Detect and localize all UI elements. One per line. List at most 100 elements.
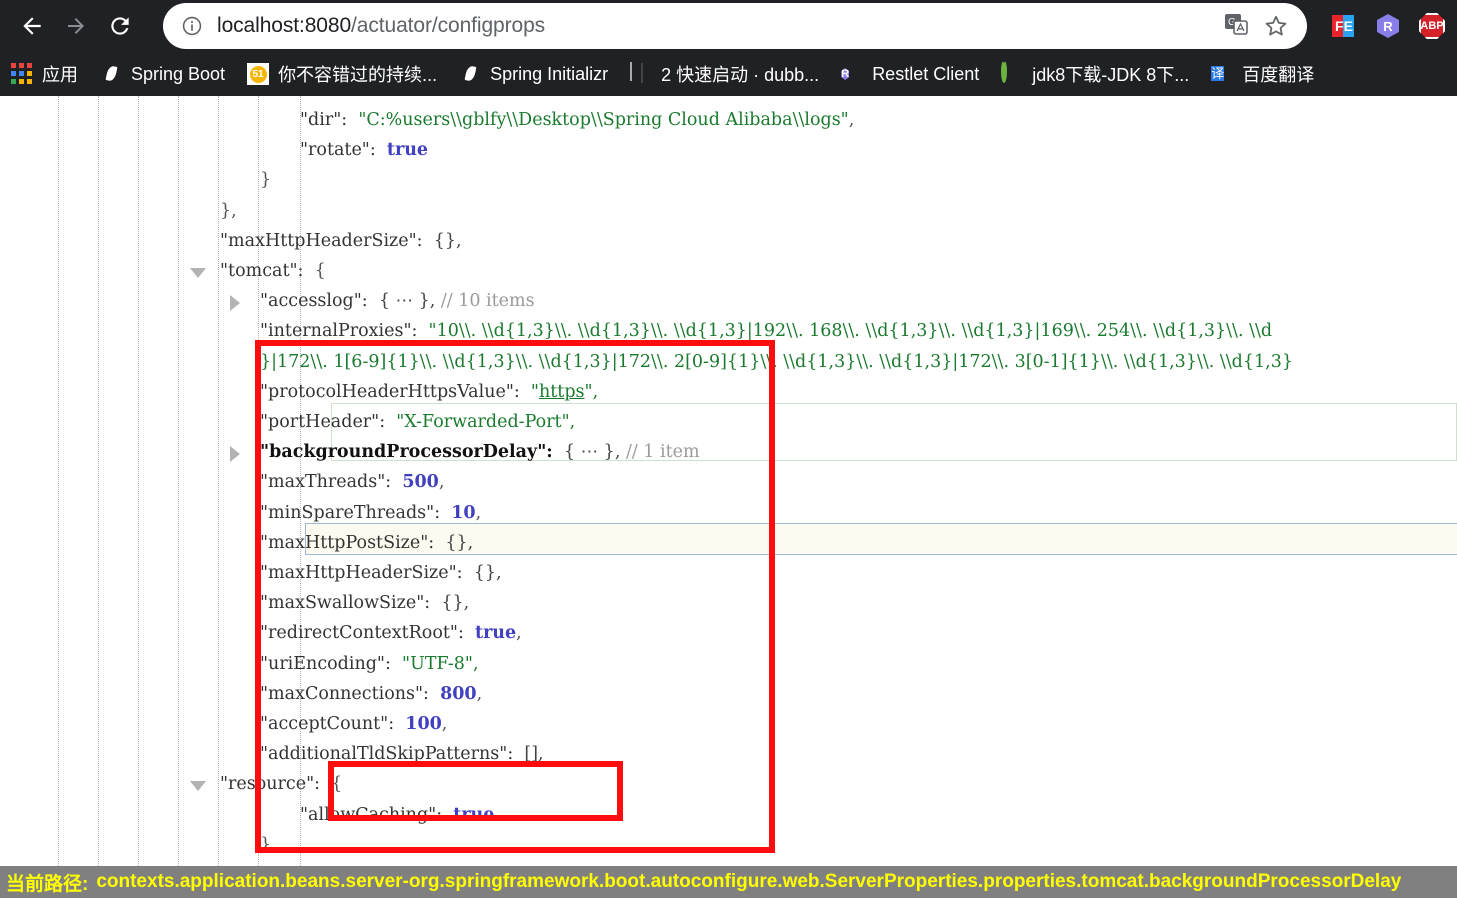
json-token: "maxHttpPostSize": [260, 532, 435, 553]
json-line-text: "allowCaching": true [300, 800, 494, 830]
json-line[interactable]: "allowCaching": true [0, 800, 1457, 830]
json-token: , [475, 502, 482, 523]
bookmark-item-restlet-client[interactable]: R Restlet Client [830, 52, 990, 96]
json-line-text: "dir": "C:%users\\gblfy\\Desktop\\Spring… [300, 105, 854, 135]
json-line[interactable]: "protocolHeaderHttpsValue": "https", [0, 377, 1457, 407]
json-token: {}, [441, 593, 470, 614]
json-line-text: "maxHttpPostSize": {}, [260, 528, 473, 558]
chevron-down-icon[interactable] [190, 268, 206, 278]
json-line[interactable]: "rotate": true [0, 135, 1457, 165]
bookmark-label: jdk8下载-JDK 8下... [1032, 65, 1190, 85]
json-line[interactable]: "maxSwallowSize": {}, [0, 588, 1457, 618]
bookmark-item-spring-boot[interactable]: Spring Boot [89, 52, 236, 96]
chevron-right-icon[interactable] [230, 295, 240, 312]
json-token: "tomcat": [220, 261, 304, 281]
json-token: "backgroundProcessorDelay": [260, 442, 553, 463]
json-line[interactable]: "dir": "C:%users\\gblfy\\Desktop\\Spring… [0, 105, 1457, 135]
json-token: 800 [440, 683, 477, 704]
adblock-plus-extension-icon[interactable]: ABP [1417, 11, 1447, 41]
51cto-icon: 51 [247, 63, 270, 85]
translate-icon[interactable]: G [1223, 11, 1253, 41]
baidu-translate-icon: 译 [1211, 66, 1225, 81]
json-token: "minSpareThreads": [260, 502, 441, 523]
json-line[interactable]: }|172\\. 1[6-9]{1}\\. \\d{1,3}\\. \\d{1,… [0, 347, 1457, 377]
fe-helper-extension-icon[interactable]: FE [1329, 11, 1359, 41]
json-line[interactable]: } [0, 165, 1457, 195]
json-line[interactable]: "internalProxies": "10\\. \\d{1,3}\\. \\… [0, 316, 1457, 346]
status-bar-label: 当前路径: [6, 873, 89, 895]
bookmark-star-icon[interactable] [1259, 9, 1293, 43]
omnibox-host: localhost:8080 [217, 14, 352, 37]
bookmark-item-spring-initializr[interactable]: Spring Initializr [448, 52, 619, 96]
address-bar[interactable]: localhost:8080/actuator/configprops G [163, 3, 1307, 49]
book-icon [630, 62, 652, 85]
json-line[interactable]: "tomcat": { [0, 256, 1457, 286]
json-token: { ⋯ }, [563, 442, 621, 463]
adblock-plus-extension-label: ABP [1420, 20, 1444, 32]
json-line[interactable]: "additionalTldSkipPatterns": [], [0, 739, 1457, 769]
json-line[interactable]: "maxHttpHeaderSize": {}, [0, 558, 1457, 588]
omnibox-url-text[interactable]: localhost:8080/actuator/configprops [217, 14, 1223, 38]
json-token: "uriEncoding": [260, 653, 391, 674]
json-line[interactable]: "maxHttpHeaderSize": {}, [0, 226, 1457, 256]
json-token: {}, [433, 230, 462, 251]
page-info-icon[interactable] [179, 13, 205, 39]
bookmark-item-51cto[interactable]: 51 你不容错过的持续... [236, 52, 448, 96]
forward-button[interactable] [54, 4, 98, 48]
json-token: // 10 items [435, 291, 535, 312]
bookmark-label: Spring Initializr [490, 63, 609, 84]
bookmark-item-baidu-translate[interactable]: 译 百度翻译 [1200, 52, 1325, 96]
extension-icon-group: FE R ABP [1315, 11, 1447, 41]
bookmark-item-apps[interactable]: 应用 [0, 52, 89, 96]
json-line[interactable]: "acceptCount": 100, [0, 709, 1457, 739]
reload-button[interactable] [98, 4, 142, 48]
json-line[interactable]: } [0, 830, 1457, 860]
json-token: // 1 item [620, 442, 700, 463]
json-line[interactable]: "redirectContextRoot": true, [0, 618, 1457, 648]
json-token: "maxConnections": [260, 683, 429, 704]
json-line[interactable]: "maxHttpPostSize": {}, [0, 528, 1457, 558]
json-token: [], [524, 744, 544, 765]
json-line[interactable]: "accesslog": { ⋯ }, // 10 items [0, 286, 1457, 316]
browser-chrome: localhost:8080/actuator/configprops G FE… [0, 0, 1457, 96]
json-token: 500 [402, 472, 439, 493]
json-line[interactable]: "portHeader": "X-Forwarded-Port", [0, 407, 1457, 437]
bookmark-item-dubbo[interactable]: 2 快速启动 · dubb... [619, 52, 830, 96]
json-line-text: "rotate": true [300, 135, 428, 165]
bookmark-item-jdk8[interactable]: jdk8下载-JDK 8下... [990, 52, 1200, 96]
json-line[interactable]: }, [0, 196, 1457, 226]
json-token: "internalProxies": [260, 321, 418, 342]
json-token: }, [220, 200, 237, 221]
json-line[interactable]: "uriEncoding": "UTF-8", [0, 649, 1457, 679]
json-line[interactable]: "maxThreads": 500, [0, 467, 1457, 497]
json-line[interactable]: "maxConnections": 800, [0, 679, 1457, 709]
json-token: { [331, 774, 343, 795]
json-line-text: "maxThreads": 500, [260, 467, 444, 497]
json-token: "portHeader": [260, 412, 386, 432]
chevron-down-icon[interactable] [190, 781, 206, 792]
omnibox-path: /actuator/configprops [351, 14, 546, 37]
spring-leaf-icon [459, 63, 481, 85]
json-token: "redirectContextRoot": [260, 623, 464, 644]
json-line[interactable]: "resource": { [0, 769, 1457, 799]
json-token: true [474, 623, 517, 644]
restlet-extension-icon[interactable]: R [1373, 11, 1403, 41]
json-line[interactable]: "minSpareThreads": 10, [0, 498, 1457, 528]
chevron-right-icon[interactable] [230, 446, 240, 463]
bookmark-label: 你不容错过的持续... [278, 65, 438, 85]
json-line[interactable]: "backgroundProcessorDelay": { ⋯ }, // 1 … [0, 437, 1457, 467]
json-token: , [516, 623, 522, 644]
apps-grid-icon [11, 63, 33, 85]
jdk-circle-icon [1001, 60, 1023, 85]
back-button[interactable] [10, 4, 54, 48]
